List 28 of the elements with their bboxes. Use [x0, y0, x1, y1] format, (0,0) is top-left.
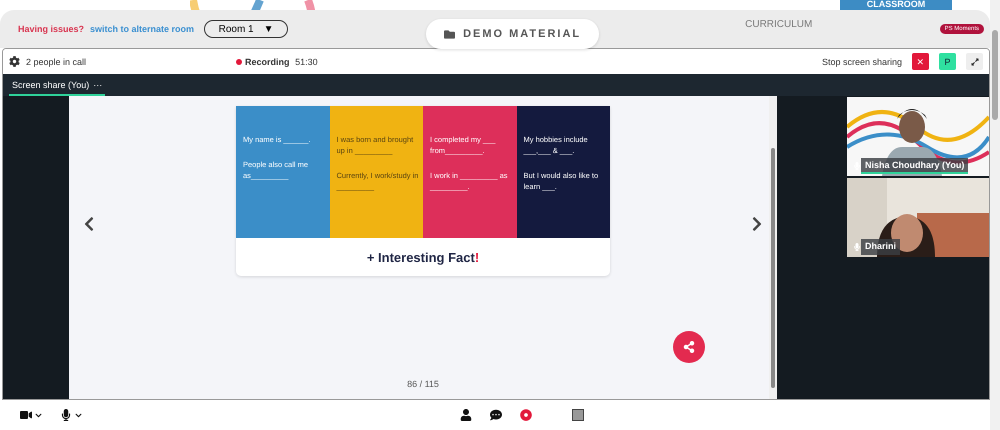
issue-label: Having issues?	[18, 24, 84, 34]
demo-material-button[interactable]: DEMO MATERIAL	[426, 19, 600, 49]
microphone-icon	[853, 243, 861, 251]
stop-sharing-label: Stop screen sharing	[822, 56, 902, 66]
stop-sharing-button[interactable]: ✕	[912, 53, 929, 70]
participant-name: Nisha Choudhary (You)	[861, 158, 968, 174]
folder-icon	[444, 28, 456, 40]
room-select[interactable]: Room 1 ▼	[204, 20, 288, 38]
stop-share-icon[interactable]	[520, 409, 532, 421]
expand-icon	[970, 58, 978, 66]
people-icon[interactable]	[460, 409, 472, 421]
microphone-icon[interactable]	[60, 409, 82, 421]
chat-icon[interactable]	[490, 409, 502, 421]
microphone-icon	[853, 162, 861, 170]
settings-icon[interactable]	[9, 56, 20, 67]
curriculum-tab[interactable]: CURRICULUM	[745, 18, 812, 30]
share-button[interactable]	[673, 331, 705, 363]
people-count: 2 people in call	[26, 56, 86, 66]
fullscreen-button[interactable]	[966, 53, 983, 70]
slide-caption: + Interesting Fact!	[366, 250, 480, 264]
page-counter: 86 / 115	[407, 379, 439, 389]
participant-name: Dharini	[861, 239, 900, 255]
participant-avatar[interactable]: P	[939, 53, 956, 70]
classroom-tab[interactable]: CLASSROOM	[840, 0, 952, 10]
camera-icon[interactable]	[20, 409, 42, 421]
share-icon	[683, 341, 695, 353]
recording-status: Recording 51:30	[236, 56, 318, 66]
background-icon[interactable]	[572, 409, 584, 421]
